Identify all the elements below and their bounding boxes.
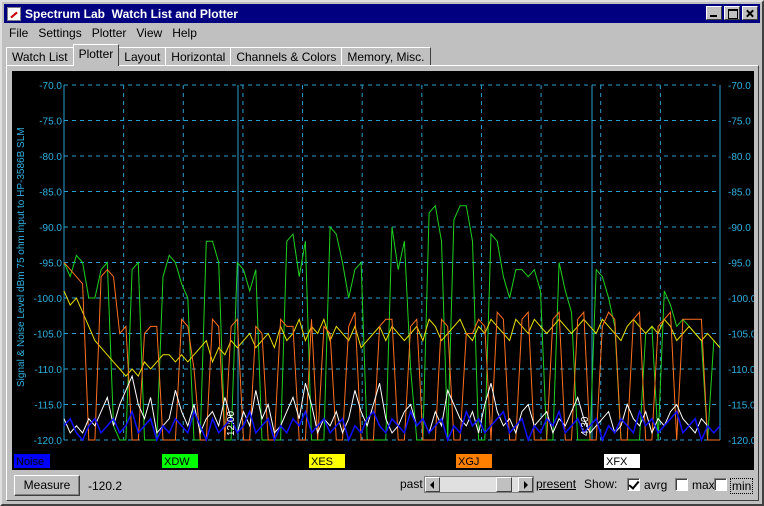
y-tick-label-left: -85.0 <box>39 188 62 199</box>
legend-label-noise: Noise <box>16 456 44 468</box>
close-button[interactable] <box>742 6 758 20</box>
time-marker-label-430: 4:30 <box>580 416 591 436</box>
app-icon[interactable] <box>7 6 21 21</box>
y-tick-label-left: -80.0 <box>39 152 62 163</box>
plot-area[interactable]: -70.0 -70.0 -75.0 -75.0 -80.0 -80.0 -85.0 -85.0… <box>12 71 757 470</box>
y-tick-label-right: -105.0 <box>728 330 754 341</box>
window-controls <box>704 6 758 20</box>
y-tick-label-left: -95.0 <box>39 259 62 270</box>
y-tick-label-left: -120.0 <box>34 436 63 447</box>
y-tick-label-left: -115.0 <box>34 401 62 412</box>
menu-view[interactable]: View <box>131 25 167 43</box>
menu-bar: File Settings Plotter View Help <box>4 25 202 43</box>
y-tick-label-right: -95.0 <box>728 259 751 270</box>
y-tick-label-left: -75.0 <box>39 117 62 128</box>
show-label: Show: <box>584 477 618 491</box>
y-tick-label-right: -80.0 <box>728 152 751 163</box>
y-tick-label-left: -70.0 <box>39 81 62 92</box>
main-window: Spectrum Lab Watch List and Plotter File… <box>0 0 764 506</box>
max-checkbox[interactable] <box>675 478 688 491</box>
past-label: past <box>400 477 423 491</box>
avrg-label[interactable]: avrg <box>644 478 667 492</box>
tab-plotter[interactable]: Plotter <box>72 44 120 66</box>
y-tick-label-right: -75.0 <box>728 117 751 128</box>
y-tick-label-left: -110.0 <box>34 365 62 376</box>
y-tick-label-left: -100.0 <box>34 294 63 305</box>
menu-plotter[interactable]: Plotter <box>87 25 132 43</box>
y-tick-label-right: -85.0 <box>728 188 751 199</box>
scroll-thumb[interactable] <box>495 477 512 492</box>
y-tick-label-left: -90.0 <box>39 223 62 234</box>
y-tick-label-right: -115.0 <box>728 401 754 412</box>
window-title: Spectrum Lab Watch List and Plotter <box>25 6 238 21</box>
scroll-right-button[interactable] <box>518 477 533 492</box>
tab-memory-misc[interactable]: Memory, Misc. <box>341 47 431 66</box>
menu-file[interactable]: File <box>4 25 33 43</box>
min-label[interactable]: min <box>730 478 754 494</box>
avrg-checkbox[interactable] <box>627 478 640 491</box>
tab-layout[interactable]: Layout <box>118 47 167 66</box>
legend-label-xgj: XGJ <box>458 456 479 468</box>
y-tick-label-right: -120.0 <box>728 436 754 447</box>
tab-horizontal[interactable]: Horizontal <box>165 47 232 66</box>
time-scrollbar[interactable] <box>424 476 534 493</box>
bottom-bar: Measure -120.2 past present Show: avrg m… <box>12 473 754 499</box>
legend-label-xdw: XDW <box>164 456 190 468</box>
menu-settings[interactable]: Settings <box>33 25 86 43</box>
min-checkbox[interactable] <box>714 478 727 491</box>
chart-svg[interactable]: -70.0 -70.0 -75.0 -75.0 -80.0 -80.0 -85.0 -85.0… <box>12 71 757 470</box>
scroll-left-button[interactable] <box>425 477 440 492</box>
legend-label-xfx: XFX <box>606 456 628 468</box>
y-tick-label-left: -105.0 <box>34 330 63 341</box>
y-tick-label-right: -70.0 <box>728 81 751 92</box>
y-axis-title: Signal & Noise Level dBm 75 ohm input to… <box>16 127 27 387</box>
y-tick-label-right: -110.0 <box>728 365 754 376</box>
measure-value: -120.2 <box>88 479 123 493</box>
present-link[interactable]: present <box>536 477 576 491</box>
minimize-button[interactable] <box>706 6 722 20</box>
menu-help[interactable]: Help <box>167 25 202 43</box>
tab-watch-list[interactable]: Watch List <box>6 47 74 66</box>
max-label[interactable]: max <box>692 478 715 492</box>
measure-button[interactable]: Measure <box>14 475 80 496</box>
y-tick-label-right: -90.0 <box>728 223 751 234</box>
title-bar[interactable]: Spectrum Lab Watch List and Plotter <box>4 4 760 23</box>
maximize-button[interactable] <box>724 6 740 20</box>
legend-label-xes: XES <box>311 456 333 468</box>
time-marker-label-1200: 12:00 <box>226 411 237 436</box>
tab-strip: Watch List Plotter Layout Horizontal Cha… <box>6 44 431 66</box>
y-tick-label-right: -100.0 <box>728 294 754 305</box>
tab-channels-colors[interactable]: Channels & Colors <box>230 47 343 66</box>
